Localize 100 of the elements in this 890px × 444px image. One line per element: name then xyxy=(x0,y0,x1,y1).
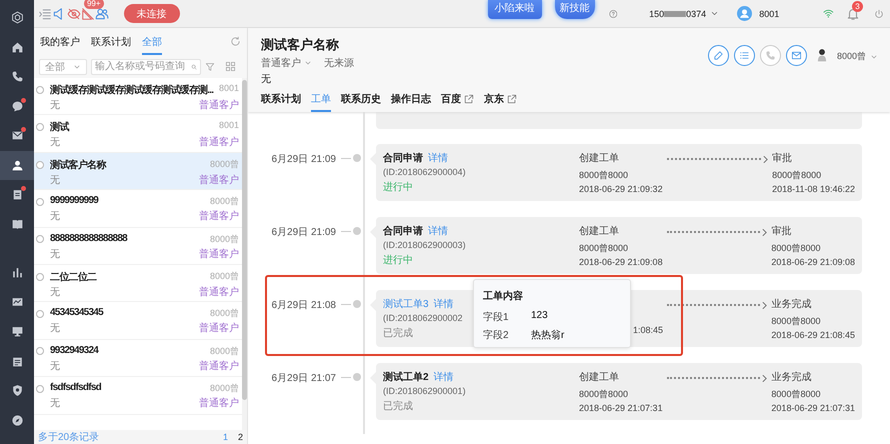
avatar-icon xyxy=(737,6,752,21)
help-icon[interactable] xyxy=(608,8,618,20)
tab[interactable]: 百度 xyxy=(441,90,474,112)
redaction-bar xyxy=(664,10,686,16)
owner-label: 8000曾 xyxy=(210,232,239,246)
radio-button[interactable] xyxy=(36,86,44,94)
step-name: 审批 xyxy=(771,224,792,238)
tab[interactable]: 操作日志 xyxy=(391,90,431,112)
step-time: 2018-06-29 21:08:45 xyxy=(771,330,855,340)
promo-badge[interactable]: 新技能 xyxy=(554,0,595,19)
edit-button[interactable] xyxy=(708,45,729,66)
ticket-id: (ID:2018062900003) xyxy=(383,240,466,250)
monitor-icon xyxy=(10,325,24,338)
radio-button[interactable] xyxy=(36,235,44,244)
owner-label: 8000曾 xyxy=(210,158,239,171)
field-label: 字段1 xyxy=(483,310,510,324)
pencil-icon xyxy=(712,50,724,61)
step-person: 8000曾8000 xyxy=(771,388,822,401)
note-text: 无 xyxy=(50,286,60,299)
customer-type: 普通客户 xyxy=(199,210,239,224)
ticket-id: (ID:2018062900002 xyxy=(383,313,463,323)
date-label: 6月29日 21:08 xyxy=(270,299,336,312)
note-text: 无 xyxy=(50,210,60,224)
radio-button[interactable] xyxy=(36,198,44,206)
step-person: 8000曾8000 xyxy=(772,169,822,182)
timeline-dot xyxy=(353,154,361,162)
note-text: 无 xyxy=(50,248,60,261)
customer-name: 45345345345 xyxy=(50,307,104,320)
customer-name: 测试缓存测试缓存测试缓存测试缓存测... xyxy=(50,84,214,97)
nav-item[interactable] xyxy=(0,150,34,180)
radio-button[interactable] xyxy=(36,310,44,318)
customer-type: 普通客户 xyxy=(199,174,239,187)
step-person: 8000曾8000 xyxy=(579,388,630,401)
owner-label: 8000曾 xyxy=(210,344,239,358)
step-time: 2018-11-08 19:46:22 xyxy=(772,184,855,194)
owner-dropdown[interactable]: 8000曾 xyxy=(836,50,878,63)
home-icon xyxy=(10,40,24,54)
date-label: 6月29日 21:09 xyxy=(270,226,336,239)
eye-off-icon[interactable] xyxy=(66,6,81,20)
promo-badge[interactable]: 小陷来啦 xyxy=(488,0,542,19)
note-text: 无 xyxy=(50,136,60,150)
clipboard-icon xyxy=(10,188,24,202)
tab[interactable]: 联系计划 xyxy=(261,90,301,112)
radio-button[interactable] xyxy=(36,272,44,281)
tab[interactable]: 联系计划 xyxy=(91,28,131,54)
line-chart-icon xyxy=(10,296,24,309)
calendar-icon xyxy=(10,354,24,368)
timeline-dot xyxy=(353,300,361,308)
ticket-id: (ID:2018062900004) xyxy=(383,167,466,177)
list-button[interactable] xyxy=(734,45,755,66)
status-text: 已完成 xyxy=(383,326,413,340)
book-icon xyxy=(10,218,24,231)
page-link[interactable]: 2 xyxy=(238,432,243,442)
note-text: 无 xyxy=(50,397,60,410)
connect-button[interactable]: 未连接 xyxy=(124,4,180,23)
phone-icon xyxy=(10,70,24,84)
popup-title: 工单内容 xyxy=(483,289,524,303)
filter-icon[interactable] xyxy=(205,62,215,72)
step-name: 创建工单 xyxy=(579,370,620,384)
compass-icon xyxy=(10,414,24,427)
status-text: 已完成 xyxy=(383,400,413,413)
step-time: 2018-06-29 21:07:31 xyxy=(771,403,855,413)
tab[interactable]: 联系历史 xyxy=(341,90,381,112)
mail-icon xyxy=(10,129,24,142)
note-text: 无 xyxy=(50,174,60,187)
message-button[interactable] xyxy=(786,45,807,66)
envelope-icon xyxy=(790,50,802,61)
refresh-icon[interactable] xyxy=(230,36,241,47)
customer-name: 二位二位二 xyxy=(50,270,98,284)
timeline-dot xyxy=(353,373,361,381)
step-name: 业务完成 xyxy=(771,370,812,384)
caret-icon[interactable] xyxy=(710,9,720,18)
phone-number: 0374 xyxy=(686,8,706,18)
search-field[interactable]: 输入名称或号码查询 xyxy=(91,58,201,74)
note-text: 无 xyxy=(50,360,60,373)
radio-button[interactable] xyxy=(36,384,44,393)
owner-label: 8000曾 xyxy=(210,307,239,320)
people-icon[interactable] xyxy=(95,6,110,20)
customer-name: 8888888888888888 xyxy=(50,232,128,246)
field-label: 字段2 xyxy=(483,328,510,342)
ticket-title: 合同申请 xyxy=(383,224,423,238)
step-name: 创建工单 xyxy=(579,224,620,238)
radio-button[interactable] xyxy=(36,347,44,356)
external-link-icon xyxy=(507,94,517,104)
tab[interactable]: 京东 xyxy=(484,90,517,112)
list-icon xyxy=(738,50,750,61)
owner-label: 8000曾 xyxy=(210,382,239,396)
tab[interactable]: 我的客户 xyxy=(40,28,80,54)
customer-name: fsdfsdfsdfsd xyxy=(50,382,102,396)
note-text: 无 xyxy=(50,99,60,112)
ticket-title: 测试工单2 xyxy=(383,370,429,384)
category-dropdown[interactable]: 普通客户 xyxy=(261,56,312,70)
outdent-icon[interactable] xyxy=(38,6,52,20)
grid-icon[interactable] xyxy=(225,61,236,72)
radio-button[interactable] xyxy=(36,160,44,169)
external-link-icon xyxy=(464,94,474,104)
customer-item[interactable]: 测试客户名称 8000曾 无 普通客户 xyxy=(34,152,242,190)
agent-number: 8001 xyxy=(759,8,780,18)
customer-title: 测试客户名称 xyxy=(261,36,340,54)
radio-button[interactable] xyxy=(36,123,44,132)
